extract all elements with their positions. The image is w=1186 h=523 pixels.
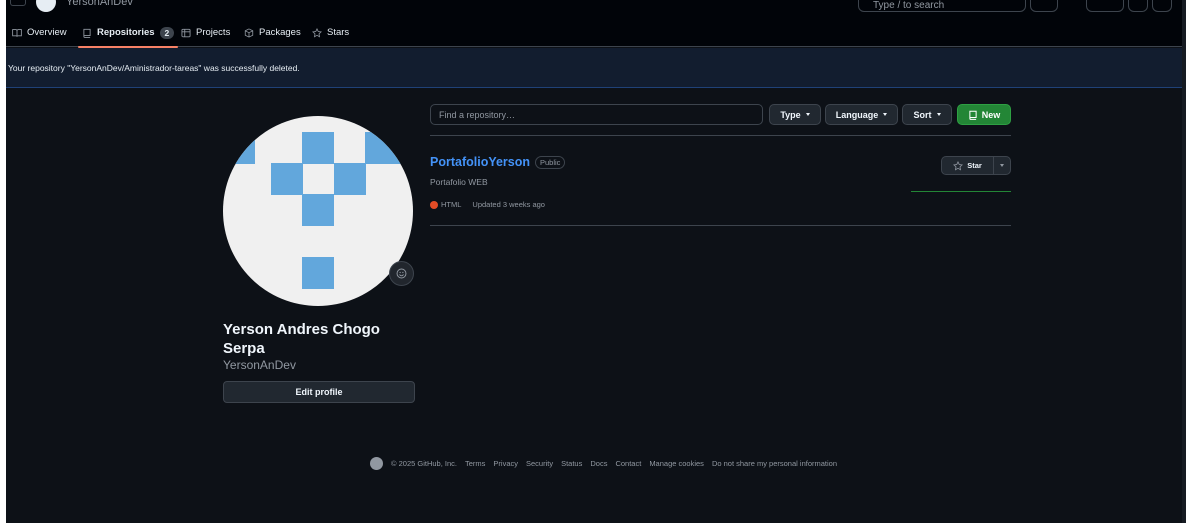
identicon-block — [271, 163, 303, 195]
tab-repositories-label: Repositories — [97, 27, 155, 38]
find-repository-input[interactable]: Find a repository… — [430, 104, 763, 125]
tab-overview-label: Overview — [27, 27, 67, 38]
profile-full-name: Yerson Andres Chogo Serpa — [223, 321, 380, 357]
tab-packages-label: Packages — [259, 27, 301, 38]
sort-button[interactable]: Sort — [902, 104, 952, 125]
book-icon — [12, 28, 22, 37]
activity-graph — [911, 191, 1011, 192]
repo-meta: HTML Updated 3 weeks ago — [430, 200, 545, 209]
footer-link-security[interactable]: Security — [526, 459, 553, 468]
profile-nav: Overview Repositories 2 Projects Package… — [6, 18, 1186, 48]
footer-link-do-not-share[interactable]: Do not share my personal information — [712, 459, 837, 468]
scrollbar[interactable] — [1182, 0, 1186, 523]
tab-projects[interactable]: Projects — [181, 18, 230, 47]
identicon-block — [334, 163, 366, 195]
footer: © 2025 GitHub, Inc. Terms Privacy Securi… — [370, 454, 837, 472]
footer-link-terms[interactable]: Terms — [465, 459, 485, 468]
star-label: Star — [967, 161, 982, 170]
github-page: YersonAnDev Type / to search Overview Re… — [6, 0, 1186, 523]
tab-repositories[interactable]: Repositories 2 — [77, 18, 179, 48]
github-logo-icon[interactable] — [36, 0, 56, 12]
chevron-down-icon — [936, 113, 941, 116]
edit-profile-button[interactable]: Edit profile — [223, 381, 415, 403]
new-repository-label: New — [981, 109, 1001, 120]
repo-description: Portafolio WEB — [430, 177, 488, 187]
create-new-button[interactable] — [1086, 0, 1124, 12]
type-filter-button[interactable]: Type — [769, 104, 821, 125]
hamburger-menu-button[interactable] — [10, 0, 26, 6]
footer-link-docs[interactable]: Docs — [590, 459, 607, 468]
global-search-input[interactable]: Type / to search — [858, 0, 1026, 12]
chevron-down-icon — [805, 113, 810, 116]
star-icon — [312, 27, 322, 37]
github-logo-icon[interactable] — [370, 456, 383, 470]
issues-button[interactable] — [1128, 0, 1148, 12]
sort-label: Sort — [913, 109, 932, 120]
language-filter-button[interactable]: Language — [825, 104, 898, 125]
tab-packages[interactable]: Packages — [244, 18, 301, 47]
repositories-count-badge: 2 — [159, 26, 175, 39]
repo-language: HTML — [441, 200, 462, 209]
repo-icon — [969, 110, 977, 120]
footer-link-status[interactable]: Status — [561, 459, 582, 468]
star-button[interactable]: Star — [941, 156, 1011, 175]
footer-link-contact[interactable]: Contact — [615, 459, 641, 468]
tab-stars-label: Stars — [327, 27, 350, 38]
repo-name-link[interactable]: PortafolioYerson — [430, 155, 530, 169]
profile-username: YersonAnDev — [223, 358, 296, 372]
identicon-block — [223, 132, 255, 164]
table-icon — [181, 28, 191, 37]
flash-message: Your repository "YersonAnDev/Aministrado… — [8, 62, 300, 73]
header-owner-name[interactable]: YersonAnDev — [66, 0, 133, 8]
pull-requests-button[interactable] — [1152, 0, 1172, 12]
new-repository-button[interactable]: New — [957, 104, 1011, 125]
identicon-block — [365, 132, 413, 164]
visibility-badge: Public — [535, 156, 566, 169]
star-icon — [953, 160, 964, 170]
language-filter-label: Language — [835, 109, 879, 120]
type-filter-label: Type — [780, 109, 801, 120]
set-status-button[interactable] — [389, 261, 414, 286]
chevron-down-icon — [883, 113, 888, 116]
star-button-main[interactable]: Star — [942, 157, 994, 174]
tab-projects-label: Projects — [196, 27, 231, 38]
language-color-dot — [430, 200, 438, 209]
chevron-down-icon — [1000, 164, 1004, 167]
identicon-block — [302, 194, 334, 226]
divider — [430, 135, 1011, 136]
tab-stars[interactable]: Stars — [312, 18, 349, 47]
repo-updated-time: Updated 3 weeks ago — [472, 200, 545, 209]
footer-link-privacy[interactable]: Privacy — [493, 459, 518, 468]
global-header: YersonAnDev Type / to search — [6, 0, 1186, 18]
avatar[interactable] — [223, 116, 413, 306]
footer-copyright: © 2025 GitHub, Inc. — [391, 458, 457, 468]
identicon-block — [302, 132, 334, 164]
identicon-block — [302, 257, 334, 289]
flash-notice: Your repository "YersonAnDev/Aministrado… — [6, 48, 1186, 88]
copilot-button[interactable] — [1030, 0, 1058, 12]
package-icon — [244, 27, 254, 38]
footer-link-manage-cookies[interactable]: Manage cookies — [649, 459, 704, 468]
repo-icon — [83, 28, 91, 38]
smiley-icon — [396, 268, 407, 279]
tab-overview[interactable]: Overview — [12, 18, 67, 47]
divider — [430, 225, 1011, 226]
star-lists-dropdown[interactable] — [994, 157, 1010, 174]
